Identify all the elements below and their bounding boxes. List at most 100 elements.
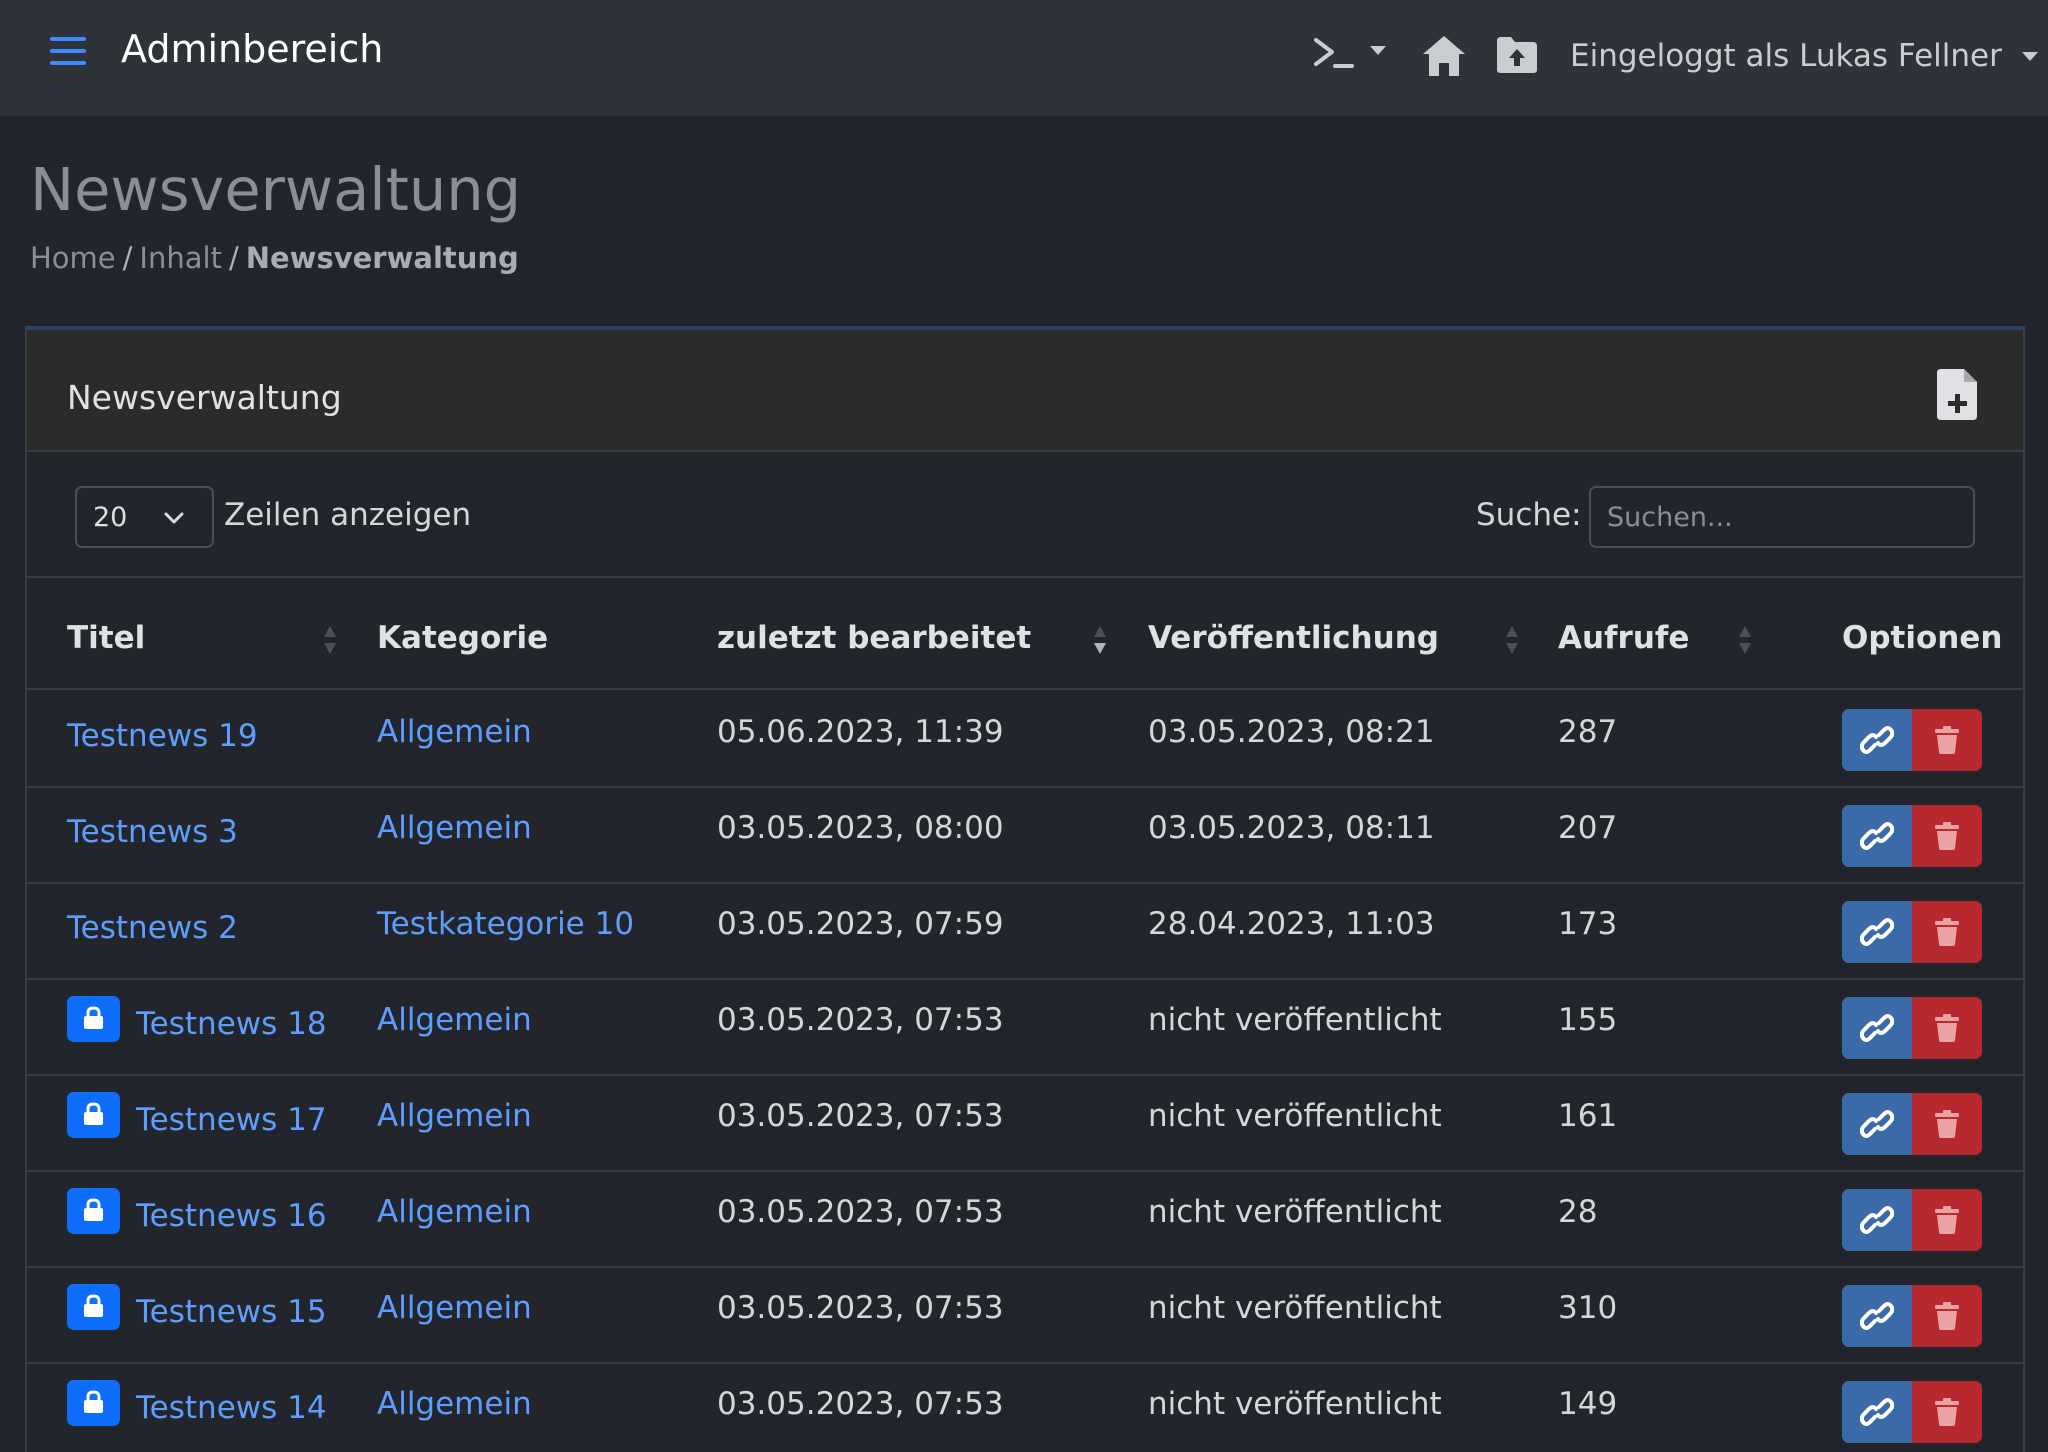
lock-badge (67, 1284, 120, 1330)
news-title-link[interactable]: Testnews 3 (67, 814, 238, 850)
news-card: Newsverwaltung 20 Zeilen anzeigen Suche:… (25, 326, 2025, 1452)
sort-icon (1739, 626, 1751, 654)
edited-date: 03.05.2023, 07:53 (717, 1194, 1004, 1230)
link-icon (1860, 1014, 1894, 1042)
home-icon[interactable] (1421, 34, 1467, 78)
link-icon (1860, 1398, 1894, 1426)
app-title[interactable]: Adminbereich (121, 27, 383, 71)
search-input[interactable] (1589, 486, 1975, 548)
category-link[interactable]: Allgemein (377, 1290, 532, 1326)
category-link[interactable]: Allgemein (377, 1002, 532, 1038)
delete-button[interactable] (1912, 1285, 1982, 1347)
sort-icon (1506, 626, 1518, 654)
link-icon (1860, 1302, 1894, 1330)
category-link[interactable]: Allgemein (377, 1386, 532, 1422)
news-title-link[interactable]: Testnews 19 (67, 718, 258, 754)
publish-date: nicht veröffentlicht (1148, 1098, 1442, 1134)
delete-button[interactable] (1912, 1093, 1982, 1155)
terminal-dropdown[interactable] (1312, 36, 1390, 72)
copy-link-button[interactable] (1842, 1381, 1912, 1443)
delete-button[interactable] (1912, 997, 1982, 1059)
link-icon (1860, 726, 1894, 754)
views-count: 28 (1558, 1194, 1598, 1230)
copy-link-button[interactable] (1842, 1093, 1912, 1155)
chevron-down-icon (164, 512, 184, 524)
row-options (1842, 709, 1982, 771)
folder-upload-icon[interactable] (1495, 35, 1539, 75)
row-options (1842, 1093, 1982, 1155)
rows-per-page-value: 20 (93, 502, 128, 533)
delete-button[interactable] (1912, 1381, 1982, 1443)
copy-link-button[interactable] (1842, 901, 1912, 963)
menu-icon[interactable] (48, 34, 88, 68)
publish-date: 28.04.2023, 11:03 (1148, 906, 1435, 942)
table-row: Testnews 16 Allgemein 03.05.2023, 07:53 nic… (27, 1172, 2023, 1268)
category-link[interactable]: Allgemein (377, 1098, 532, 1134)
trash-icon (1935, 1302, 1959, 1330)
row-options (1842, 1285, 1982, 1347)
column-header-veroeffentlichung[interactable]: Veröffentlichung (1148, 620, 1439, 656)
news-title-link[interactable]: Testnews 2 (67, 910, 238, 946)
delete-button[interactable] (1912, 805, 1982, 867)
card-header: Newsverwaltung (27, 330, 2023, 452)
views-count: 155 (1558, 1002, 1618, 1038)
file-plus-icon (1937, 369, 1977, 420)
trash-icon (1935, 918, 1959, 946)
publish-date: nicht veröffentlicht (1148, 1194, 1442, 1230)
lock-badge (67, 996, 120, 1042)
publish-date: 03.05.2023, 08:11 (1148, 810, 1435, 846)
column-header-kategorie: Kategorie (377, 620, 549, 656)
news-title-link[interactable]: Testnews 17 (136, 1102, 327, 1138)
column-header-aufrufe[interactable]: Aufrufe (1558, 620, 1689, 656)
news-title-link[interactable]: Testnews 18 (136, 1006, 327, 1042)
row-options (1842, 997, 1982, 1059)
news-title-link[interactable]: Testnews 16 (136, 1198, 327, 1234)
table-row: Testnews 17 Allgemein 03.05.2023, 07:53 nic… (27, 1076, 2023, 1172)
delete-button[interactable] (1912, 709, 1982, 771)
edited-date: 03.05.2023, 08:00 (717, 810, 1004, 846)
delete-button[interactable] (1912, 901, 1982, 963)
publish-date: 03.05.2023, 08:21 (1148, 714, 1435, 750)
column-header-optionen: Optionen (1842, 620, 2003, 656)
column-header-zuletzt-bearbeitet[interactable]: zuletzt bearbeitet (717, 620, 1031, 656)
delete-button[interactable] (1912, 1189, 1982, 1251)
category-link[interactable]: Allgemein (377, 1194, 532, 1230)
edited-date: 03.05.2023, 07:53 (717, 1098, 1004, 1134)
edited-date: 03.05.2023, 07:59 (717, 906, 1004, 942)
copy-link-button[interactable] (1842, 1189, 1912, 1251)
trash-icon (1935, 1014, 1959, 1042)
user-menu[interactable]: Eingeloggt als Lukas Fellner (1570, 34, 2038, 78)
lock-icon (84, 1198, 103, 1221)
breadcrumb-inhalt[interactable]: Inhalt (139, 241, 222, 275)
views-count: 161 (1558, 1098, 1618, 1134)
link-icon (1860, 918, 1894, 946)
row-options (1842, 1381, 1982, 1443)
views-count: 173 (1558, 906, 1618, 942)
edited-date: 05.06.2023, 11:39 (717, 714, 1004, 750)
category-link[interactable]: Testkategorie 10 (377, 906, 634, 942)
table-row: Testnews 18 Allgemein 03.05.2023, 07:53 nic… (27, 980, 2023, 1076)
rows-per-page-select[interactable]: 20 (75, 486, 214, 548)
edited-date: 03.05.2023, 07:53 (717, 1002, 1004, 1038)
copy-link-button[interactable] (1842, 709, 1912, 771)
publish-date: nicht veröffentlicht (1148, 1002, 1442, 1038)
copy-link-button[interactable] (1842, 805, 1912, 867)
chevron-down-icon (2021, 51, 2038, 61)
rows-per-page-label: Zeilen anzeigen (224, 497, 472, 533)
row-options (1842, 1189, 1982, 1251)
copy-link-button[interactable] (1842, 1285, 1912, 1347)
search-label: Suche: (1476, 497, 1582, 533)
category-link[interactable]: Allgemein (377, 810, 532, 846)
news-title-link[interactable]: Testnews 15 (136, 1294, 327, 1330)
row-options (1842, 901, 1982, 963)
category-link[interactable]: Allgemein (377, 714, 532, 750)
add-news-button[interactable] (1937, 369, 1979, 421)
breadcrumb-home[interactable]: Home (30, 241, 116, 275)
trash-icon (1935, 1110, 1959, 1138)
card-title: Newsverwaltung (67, 378, 342, 417)
news-title-link[interactable]: Testnews 14 (136, 1390, 327, 1426)
lock-badge (67, 1380, 120, 1426)
copy-link-button[interactable] (1842, 997, 1912, 1059)
column-header-titel[interactable]: Titel (67, 620, 145, 656)
row-options (1842, 805, 1982, 867)
